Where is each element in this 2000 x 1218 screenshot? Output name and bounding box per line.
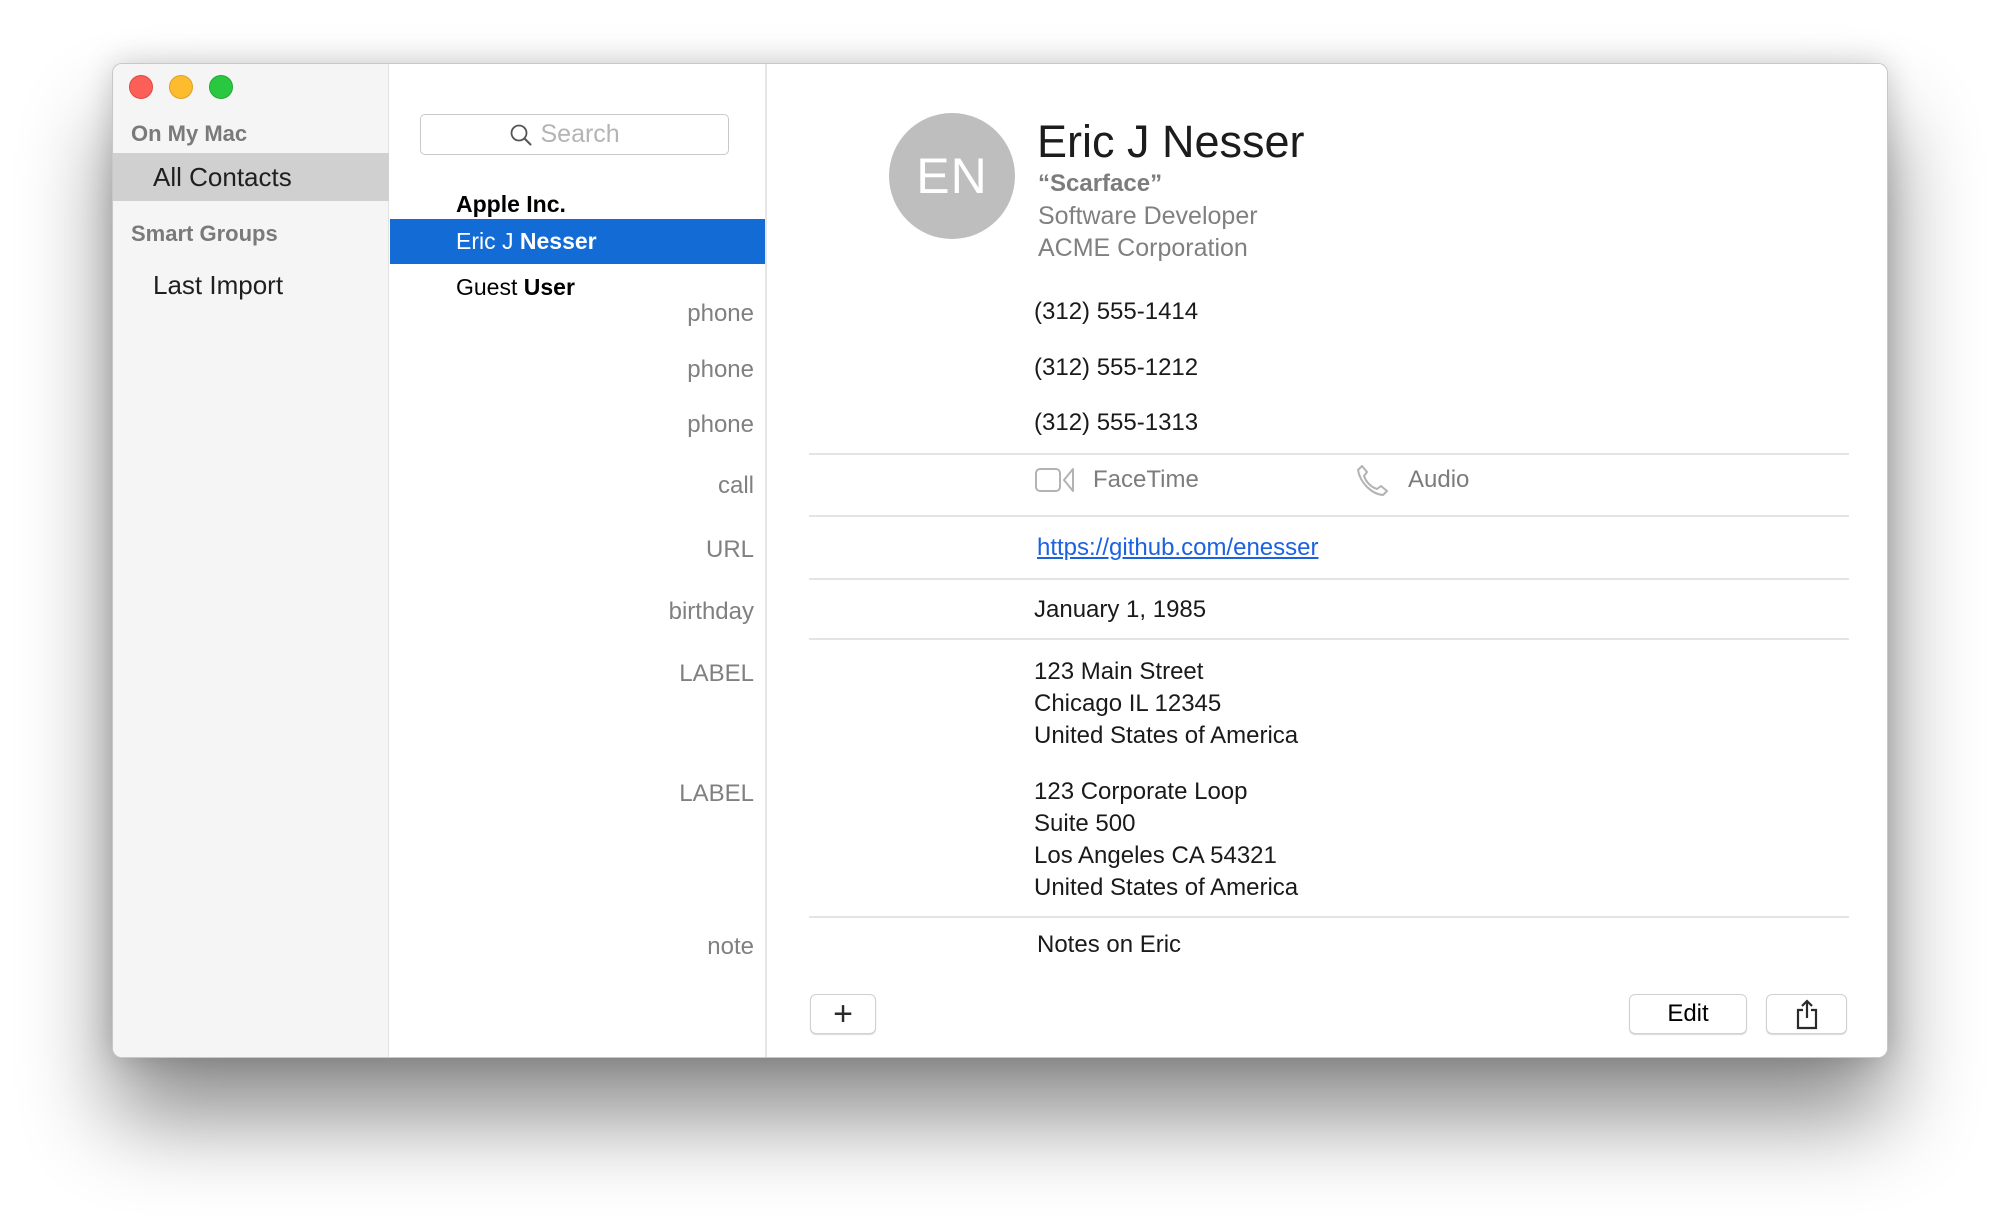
phone-handset-icon (1357, 465, 1388, 496)
audio-label: Audio (1408, 466, 1470, 493)
search-field[interactable] (420, 114, 729, 155)
sidebar-header-on-my-mac: On My Mac (131, 121, 248, 146)
note-value[interactable]: Notes on Eric (1037, 929, 1181, 961)
address-line[interactable]: Chicago IL 12345 (1034, 688, 1221, 720)
contact-last-name: Nesser (519, 228, 597, 254)
sidebar: On My Mac All Contacts Smart Groups Last… (113, 64, 389, 1057)
contact-first-name: Eric J (456, 228, 520, 254)
address-label: LABEL (679, 660, 754, 687)
avatar-initials: EN (916, 148, 988, 204)
divider (809, 515, 1849, 517)
add-field-button[interactable]: + (810, 994, 876, 1034)
contact-last-name: Apple Inc. (456, 191, 566, 217)
avatar: EN (889, 113, 1015, 239)
contact-company: ACME Corporation (1038, 234, 1248, 262)
contact-row-eric-j-nesser[interactable]: Eric J Nesser (390, 219, 765, 264)
share-button[interactable] (1766, 994, 1847, 1034)
sidebar-item-label: All Contacts (153, 162, 292, 192)
call-label: call (717, 472, 754, 499)
search-icon (510, 124, 531, 145)
sidebar-header-smart-groups: Smart Groups (131, 221, 278, 246)
divider (809, 916, 1849, 918)
note-label: note (707, 933, 754, 960)
phone-label: phone (687, 300, 754, 327)
address-line[interactable]: Suite 500 (1034, 808, 1135, 840)
contact-name: Eric J Nesser (1037, 116, 1305, 167)
zoom-window-button[interactable] (209, 75, 233, 99)
edit-button[interactable]: Edit (1629, 994, 1747, 1034)
search-input[interactable] (540, 120, 641, 149)
contact-job-title: Software Developer (1038, 202, 1258, 230)
birthday-label: birthday (668, 598, 754, 625)
contacts-window: On My Mac All Contacts Smart Groups Last… (112, 63, 1888, 1058)
address-line[interactable]: Los Angeles CA 54321 (1034, 840, 1277, 872)
sidebar-item-all-contacts[interactable]: All Contacts (113, 153, 389, 201)
sidebar-item-label: Last Import (153, 270, 284, 300)
facetime-call-button[interactable]: FaceTime (1035, 466, 1199, 494)
audio-call-button[interactable]: Audio (1356, 464, 1469, 496)
phone-value[interactable]: (312) 555-1313 (1034, 407, 1198, 439)
phone-value[interactable]: (312) 555-1414 (1034, 296, 1198, 328)
contact-first-name: Guest (456, 274, 524, 300)
share-icon (1796, 999, 1817, 1030)
url-label: URL (705, 536, 754, 563)
divider (809, 638, 1849, 640)
divider (809, 578, 1849, 580)
url-link[interactable]: https://github.com/enesser (1037, 532, 1318, 564)
address-line[interactable]: United States of America (1034, 720, 1298, 752)
phone-label: phone (687, 356, 754, 383)
contact-detail: EN Eric J Nesser “Scarface” Software Dev… (669, 64, 1887, 1057)
phone-label: phone (687, 411, 754, 438)
contact-nickname: “Scarface” (1038, 170, 1163, 197)
divider (809, 453, 1849, 455)
phone-value[interactable]: (312) 555-1212 (1034, 352, 1198, 384)
address-label: LABEL (679, 780, 754, 807)
minimize-window-button[interactable] (169, 75, 193, 99)
video-camera-icon (1035, 468, 1074, 492)
sidebar-item-last-import[interactable]: Last Import (113, 261, 389, 309)
address-line[interactable]: 123 Main Street (1034, 656, 1203, 688)
address-line[interactable]: United States of America (1034, 872, 1298, 904)
address-line[interactable]: 123 Corporate Loop (1034, 776, 1248, 808)
close-window-button[interactable] (129, 75, 153, 99)
facetime-label: FaceTime (1093, 466, 1199, 493)
birthday-value: January 1, 1985 (1034, 596, 1207, 623)
contact-last-name: User (523, 274, 575, 300)
